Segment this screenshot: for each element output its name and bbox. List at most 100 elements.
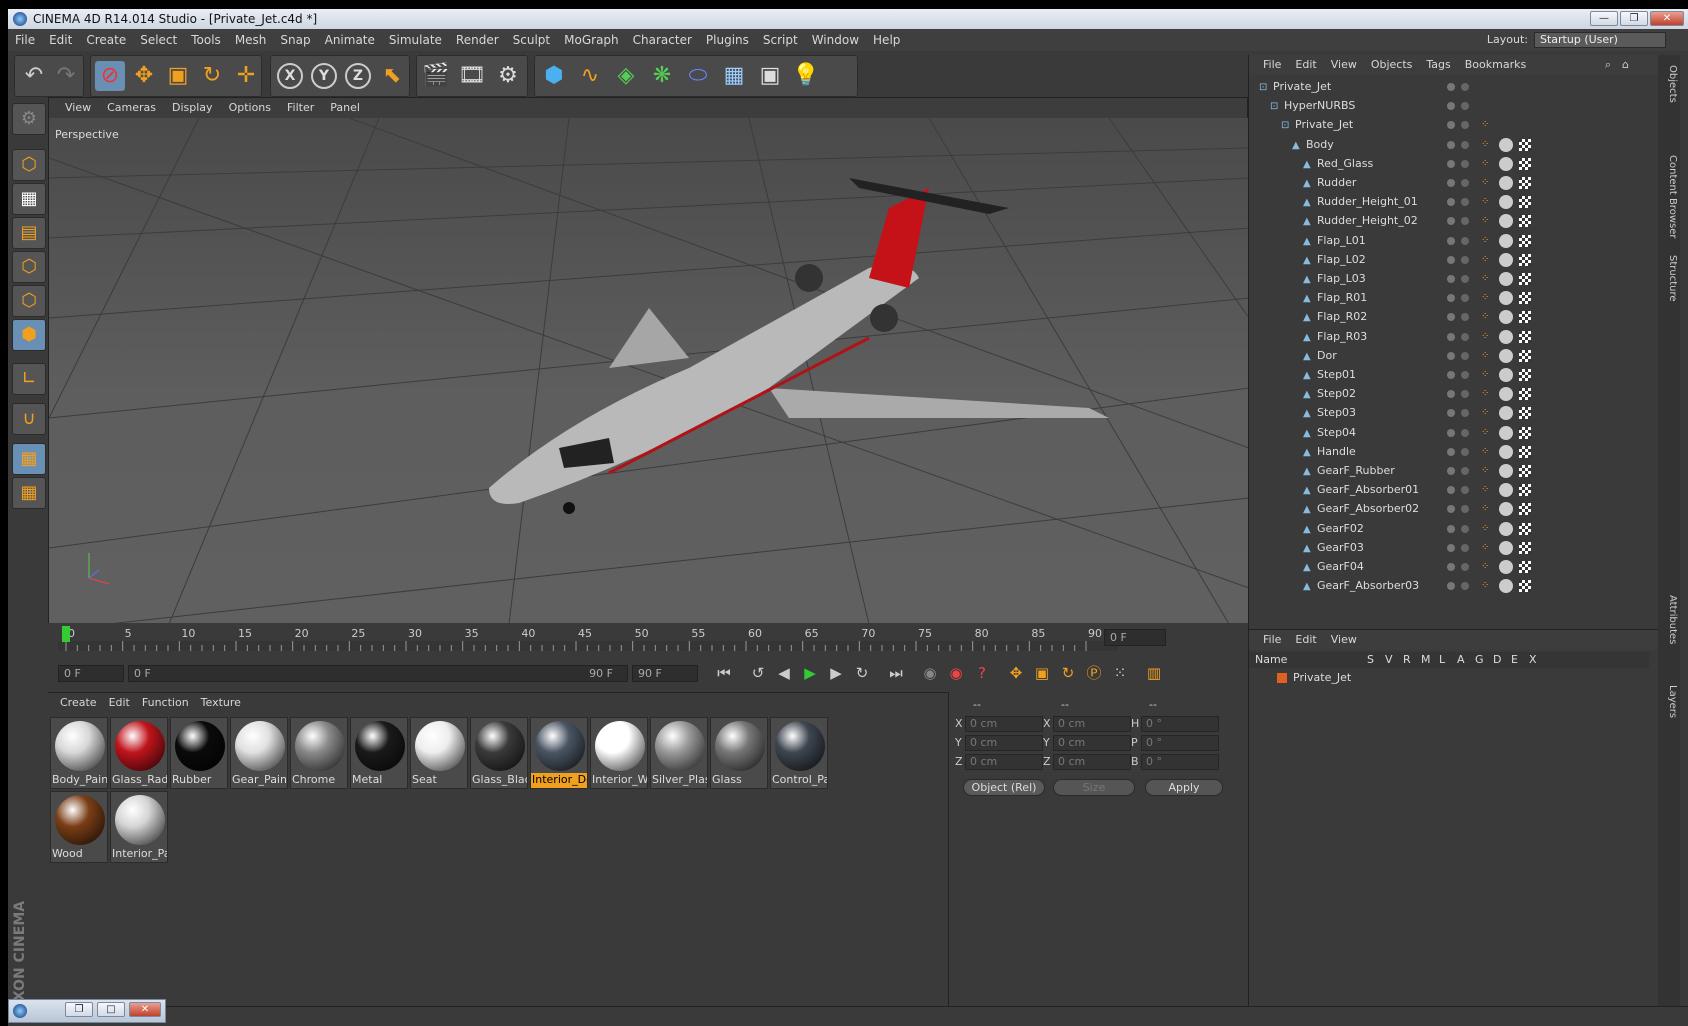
render-visibility-icon[interactable]: [1461, 428, 1469, 437]
mini-close-button[interactable]: ✕: [129, 1002, 161, 1017]
editor-visibility-icon[interactable]: [1447, 236, 1455, 245]
phong-tag-icon[interactable]: ⁘: [1481, 119, 1493, 131]
light-icon[interactable]: 💡: [791, 61, 821, 91]
phong-tag-icon[interactable]: ⁘: [1481, 465, 1493, 477]
object-row[interactable]: ▲ Dor ⁘: [1249, 346, 1627, 366]
rotate-icon[interactable]: ↻: [197, 61, 227, 91]
object-menu-edit[interactable]: Edit: [1288, 55, 1323, 75]
y-axis-icon[interactable]: Y: [311, 63, 337, 89]
minimized-window[interactable]: ❐ □ ✕: [8, 999, 166, 1023]
uvw-tag-icon[interactable]: [1519, 388, 1531, 401]
uvw-tag-icon[interactable]: [1519, 503, 1531, 516]
phong-tag-icon[interactable]: ⁘: [1481, 523, 1493, 535]
undo-icon[interactable]: ↶: [19, 61, 49, 91]
object-row[interactable]: ▲ GearF03 ⁘: [1249, 538, 1627, 558]
render-visibility-icon[interactable]: [1461, 543, 1469, 552]
menu-window[interactable]: Window: [805, 29, 866, 51]
camera-icon[interactable]: ▣: [755, 61, 785, 91]
object-row[interactable]: ▲ Rudder_Height_01 ⁘: [1249, 192, 1627, 212]
render-view-icon[interactable]: 🎬: [421, 61, 451, 91]
uvw-tag-icon[interactable]: [1519, 234, 1531, 247]
spline-icon[interactable]: ∿: [575, 61, 605, 91]
workplane-icon[interactable]: ▤: [12, 217, 46, 249]
menu-edit[interactable]: Edit: [42, 29, 79, 51]
viewport-menu-view[interactable]: View: [57, 98, 99, 118]
object-row[interactable]: ⊡ HyperNURBS: [1249, 96, 1627, 116]
render-visibility-icon[interactable]: [1461, 447, 1469, 456]
object-menu-objects[interactable]: Objects: [1364, 55, 1420, 75]
material-menu-function[interactable]: Function: [136, 693, 195, 713]
axis-mode-icon[interactable]: ∟: [12, 363, 46, 395]
previous-frame-icon[interactable]: ◀: [772, 661, 796, 685]
material-tag-icon[interactable]: [1499, 310, 1513, 325]
render-visibility-icon[interactable]: [1461, 409, 1469, 418]
render-visibility-icon[interactable]: [1461, 198, 1469, 207]
uvw-tag-icon[interactable]: [1519, 196, 1531, 209]
edges-mode-icon[interactable]: ⬡: [12, 285, 46, 317]
uvw-tag-icon[interactable]: [1519, 407, 1531, 420]
phong-tag-icon[interactable]: ⁘: [1481, 311, 1493, 323]
viewport-menu-display[interactable]: Display: [164, 98, 221, 118]
object-row[interactable]: ⊡ Private_Jet: [1249, 77, 1627, 97]
maximize-button[interactable]: ❐: [1620, 11, 1648, 26]
editor-visibility-icon[interactable]: [1447, 83, 1455, 91]
uvw-tag-icon[interactable]: [1519, 484, 1531, 497]
object-row[interactable]: ▲ Step02 ⁘: [1249, 384, 1627, 404]
coord-field[interactable]: 0 cm: [965, 735, 1043, 751]
next-frame-icon[interactable]: ▶: [824, 661, 848, 685]
timeline-playhead[interactable]: [62, 626, 70, 642]
material-menu-texture[interactable]: Texture: [195, 693, 247, 713]
uvw-tag-icon[interactable]: [1519, 349, 1531, 362]
move-icon[interactable]: ✥: [129, 61, 159, 91]
render-visibility-icon[interactable]: [1461, 390, 1469, 399]
position-key-icon[interactable]: ✥: [1004, 661, 1028, 685]
viewport-menu-filter[interactable]: Filter: [279, 98, 322, 118]
editor-visibility-icon[interactable]: [1447, 409, 1455, 418]
material-swatch[interactable]: Chrome: [290, 717, 348, 789]
coord-mode-select[interactable]: Object (Rel): [963, 779, 1045, 796]
home-icon[interactable]: ⌂: [1615, 55, 1636, 75]
phong-tag-icon[interactable]: ⁘: [1481, 580, 1493, 592]
close-button[interactable]: ✕: [1650, 11, 1684, 26]
object-row[interactable]: ▲ GearF04 ⁘: [1249, 557, 1627, 577]
phong-tag-icon[interactable]: ⁘: [1481, 561, 1493, 573]
object-row[interactable]: ▲ Flap_L01 ⁘: [1249, 231, 1627, 251]
editor-visibility-icon[interactable]: [1447, 179, 1455, 187]
apply-button[interactable]: Apply: [1145, 779, 1223, 796]
layer-column-header[interactable]: R: [1403, 653, 1411, 666]
side-tab-layers[interactable]: Layers: [1660, 685, 1678, 718]
live-selection-icon[interactable]: ⊘: [95, 61, 125, 91]
menu-simulate[interactable]: Simulate: [382, 29, 449, 51]
object-row[interactable]: ▲ Handle ⁘: [1249, 442, 1627, 462]
phong-tag-icon[interactable]: ⁘: [1481, 369, 1493, 381]
uvw-tag-icon[interactable]: [1519, 369, 1531, 381]
material-tag-icon[interactable]: [1499, 348, 1513, 363]
material-swatch[interactable]: Metal: [350, 717, 408, 789]
layer-column-header[interactable]: M: [1421, 653, 1431, 666]
editor-visibility-icon[interactable]: [1447, 275, 1455, 283]
object-menu-file[interactable]: File: [1256, 55, 1288, 75]
uvw-tag-icon[interactable]: [1519, 292, 1531, 305]
uvw-tag-icon[interactable]: [1519, 330, 1531, 343]
uvw-tag-icon[interactable]: [1519, 177, 1531, 189]
layer-column-header[interactable]: L: [1439, 653, 1445, 666]
editor-visibility-icon[interactable]: [1447, 447, 1455, 456]
material-swatch[interactable]: Silver_Plast: [650, 717, 708, 789]
menu-render[interactable]: Render: [449, 29, 506, 51]
menu-character[interactable]: Character: [626, 29, 699, 51]
layer-column-header[interactable]: G: [1475, 653, 1484, 666]
coord-field[interactable]: 0 °: [1141, 735, 1219, 751]
object-row[interactable]: ▲ Flap_R02 ⁘: [1249, 307, 1627, 327]
material-tag-icon[interactable]: [1499, 444, 1513, 459]
material-tag-icon[interactable]: [1499, 540, 1513, 555]
side-tab-structure[interactable]: Structure: [1660, 255, 1678, 302]
editor-visibility-icon[interactable]: [1447, 102, 1455, 111]
material-tag-icon[interactable]: [1499, 406, 1513, 421]
go-to-start-icon[interactable]: ⏮: [712, 661, 736, 685]
material-tag-icon[interactable]: [1499, 233, 1513, 248]
timeline[interactable]: 0 5 10 15 20 25 30 35 40 45 50 55 60 65 70 75 80 85 90 0 F: [48, 623, 1248, 655]
material-tag-icon[interactable]: [1499, 483, 1513, 498]
phong-tag-icon[interactable]: ⁘: [1481, 196, 1493, 208]
editor-visibility-icon[interactable]: [1447, 582, 1455, 591]
phong-tag-icon[interactable]: ⁘: [1481, 407, 1493, 419]
